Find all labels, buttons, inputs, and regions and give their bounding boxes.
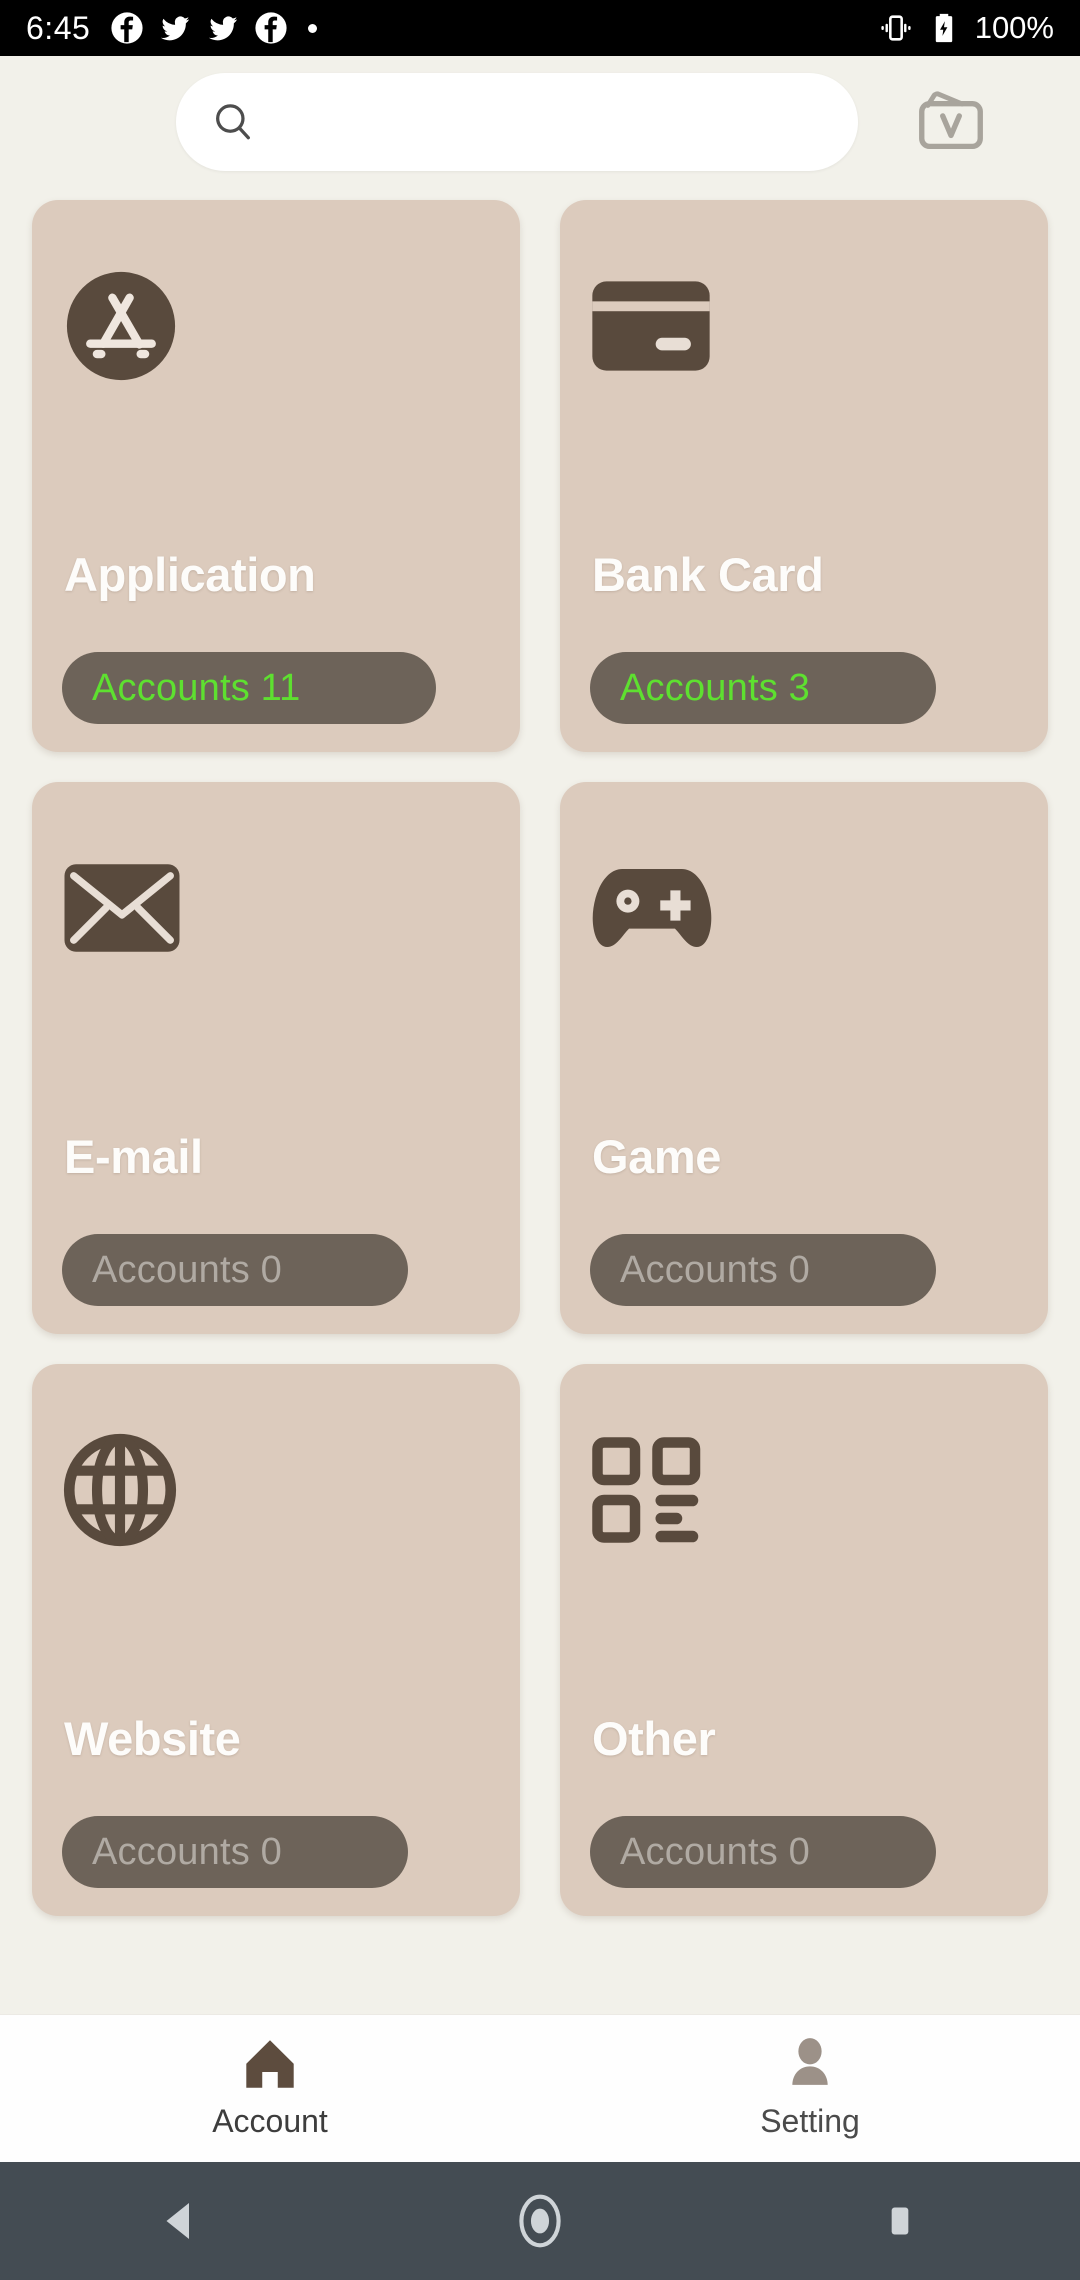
twitter-icon — [209, 16, 238, 41]
card-icon-wrap — [62, 1430, 490, 1550]
bottom-tab-bar: Account Setting — [0, 2014, 1080, 2162]
status-bar-notification-icons — [110, 11, 318, 45]
card-accounts-badge[interactable]: Accounts 11 — [62, 652, 436, 724]
card-icon-wrap — [590, 266, 1018, 386]
home-icon — [246, 2040, 294, 2088]
card-accounts-badge[interactable]: Accounts 0 — [590, 1234, 936, 1306]
category-card-email[interactable]: E-mail Accounts 0 — [32, 782, 520, 1334]
category-card-other[interactable]: Other Accounts 0 — [560, 1364, 1048, 1916]
card-title: Website — [64, 1712, 241, 1765]
qr-grid-icon — [592, 1437, 701, 1543]
tab-account-label: Account — [212, 2103, 328, 2139]
tab-setting-label: Setting — [760, 2103, 860, 2139]
battery-percentage: 100% — [974, 10, 1054, 45]
card-title: Application — [64, 548, 316, 601]
app-store-icon — [66, 271, 176, 381]
card-icon-wrap — [590, 1430, 1018, 1550]
card-accounts-label: Accounts 0 — [92, 1830, 282, 1873]
tab-setting[interactable]: Setting — [540, 2037, 1080, 2140]
card-accounts-badge[interactable]: Accounts 0 — [62, 1234, 408, 1306]
card-icon-wrap — [62, 266, 490, 386]
vault-folder-icon — [919, 91, 983, 150]
category-card-game[interactable]: Game Accounts 0 — [560, 782, 1048, 1334]
card-accounts-label: Accounts 0 — [620, 1830, 810, 1873]
status-bar-system-icons: 100% — [879, 10, 1054, 46]
card-icon-wrap — [590, 848, 1018, 968]
nav-home-button[interactable] — [360, 2190, 720, 2252]
card-accounts-label: Accounts 0 — [92, 1248, 282, 1291]
card-icon-wrap — [62, 848, 490, 968]
android-navigation-bar — [0, 2162, 1080, 2280]
envelope-icon — [64, 864, 180, 952]
facebook-icon — [111, 12, 143, 44]
card-accounts-badge[interactable]: Accounts 3 — [590, 652, 936, 724]
app-header — [0, 56, 1080, 188]
battery-charging-icon — [935, 13, 952, 43]
card-accounts-label: Accounts 11 — [92, 666, 301, 709]
category-card-website[interactable]: Website Accounts 0 — [32, 1364, 520, 1916]
search-icon — [216, 104, 250, 140]
status-bar-clock: 6:45 — [26, 9, 91, 46]
card-accounts-badge[interactable]: Accounts 0 — [62, 1816, 408, 1888]
globe-icon — [63, 1433, 177, 1547]
back-icon — [166, 2203, 189, 2239]
card-title: Other — [592, 1712, 716, 1765]
search-bar[interactable] — [176, 73, 858, 171]
card-title: Bank Card — [592, 548, 824, 601]
dot-icon — [308, 23, 318, 33]
nav-recents-button[interactable] — [720, 2196, 1080, 2246]
vibrate-icon — [881, 15, 911, 41]
category-card-bank-card[interactable]: Bank Card Accounts 3 — [560, 200, 1048, 752]
card-title: E-mail — [64, 1130, 203, 1183]
phone-screen: 6:45 100% Application Accounts 11 Bank C… — [0, 0, 1080, 2280]
gamepad-icon — [592, 868, 712, 948]
card-accounts-badge[interactable]: Accounts 0 — [590, 1816, 936, 1888]
twitter-icon — [161, 16, 190, 41]
tab-account[interactable]: Account — [0, 2037, 540, 2140]
person-icon — [792, 2038, 828, 2085]
vault-button[interactable] — [906, 77, 996, 167]
nav-back-button[interactable] — [0, 2194, 360, 2248]
search-input[interactable] — [274, 103, 824, 141]
status-bar: 6:45 100% — [0, 0, 1080, 56]
category-card-application[interactable]: Application Accounts 11 — [32, 200, 520, 752]
recents-square-icon — [891, 2207, 909, 2235]
card-title: Game — [592, 1130, 722, 1183]
credit-card-icon — [592, 281, 710, 371]
card-accounts-label: Accounts 3 — [620, 666, 810, 709]
card-accounts-label: Accounts 0 — [620, 1248, 810, 1291]
facebook-icon — [255, 12, 287, 44]
category-grid: Application Accounts 11 Bank Card Accoun… — [0, 188, 1080, 2014]
home-circle-icon — [519, 2194, 561, 2248]
